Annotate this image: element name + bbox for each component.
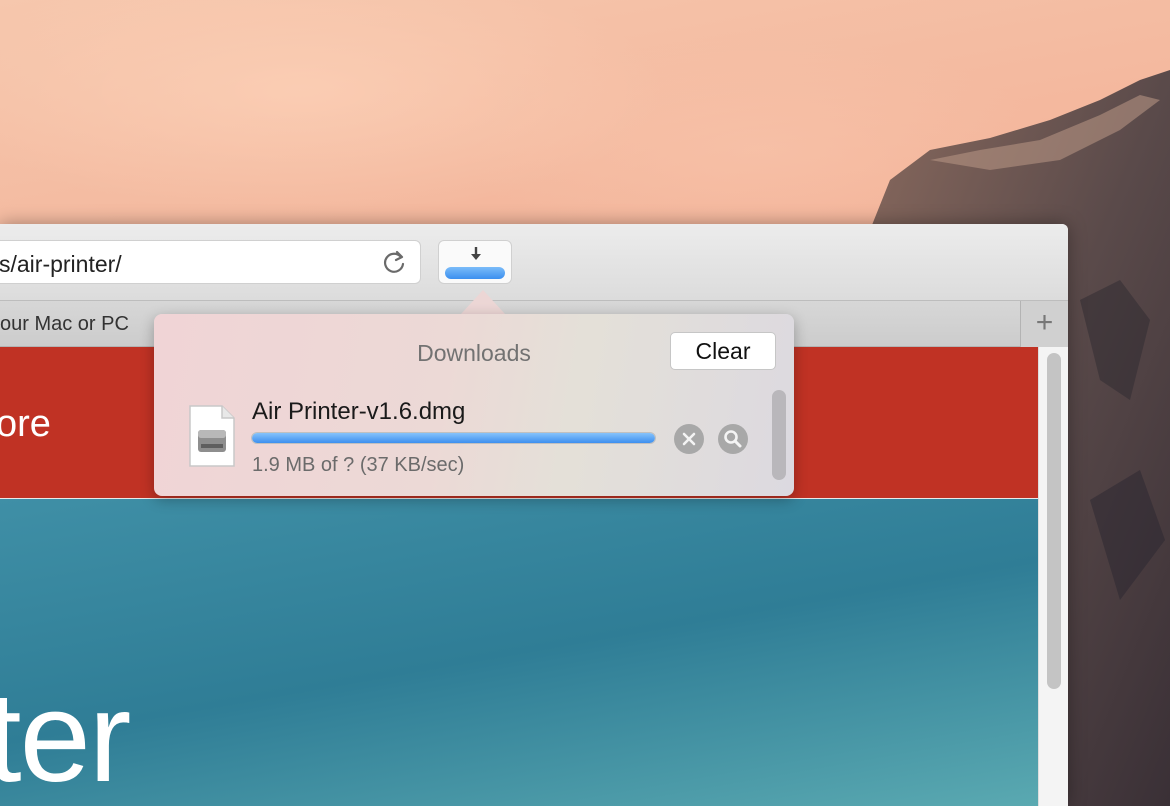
downloads-popover: Downloads Clear Air Printer-v1.6.dmg 1.9… bbox=[154, 314, 794, 496]
download-progress-fill bbox=[252, 433, 655, 443]
downloads-progress-indicator bbox=[445, 267, 505, 279]
cancel-download-button[interactable] bbox=[674, 424, 704, 454]
clear-button[interactable]: Clear bbox=[670, 332, 776, 370]
address-bar[interactable]: s/air-printer/ bbox=[0, 240, 421, 284]
new-tab-button[interactable]: + bbox=[1020, 301, 1068, 347]
browser-window: s/air-printer/ our Mac or PC + ore ter bbox=[0, 224, 1068, 806]
page-scrollbar[interactable] bbox=[1038, 347, 1068, 806]
close-circle-icon bbox=[682, 432, 696, 446]
download-status: 1.9 MB of ? (37 KB/sec) bbox=[252, 454, 465, 476]
browser-toolbar: s/air-printer/ bbox=[0, 224, 1068, 301]
download-arrow-icon bbox=[471, 247, 481, 260]
dmg-disk-file-icon bbox=[189, 405, 235, 467]
reload-icon[interactable] bbox=[380, 249, 408, 277]
hero-title: ter bbox=[0, 666, 131, 806]
reveal-in-finder-button[interactable] bbox=[718, 424, 748, 454]
tab-title[interactable]: our Mac or PC bbox=[0, 313, 129, 336]
popover-arrow bbox=[461, 290, 505, 314]
download-progress-bar bbox=[251, 432, 656, 444]
download-file-name: Air Printer-v1.6.dmg bbox=[252, 398, 466, 425]
address-text: s/air-printer/ bbox=[0, 251, 122, 277]
downloads-button[interactable] bbox=[438, 240, 512, 284]
page-hero: ter bbox=[0, 499, 1038, 806]
magnifier-icon bbox=[724, 430, 742, 448]
page-scroll-thumb[interactable] bbox=[1047, 353, 1061, 689]
downloads-scrollbar[interactable] bbox=[772, 390, 786, 480]
header-text: ore bbox=[0, 403, 51, 445]
